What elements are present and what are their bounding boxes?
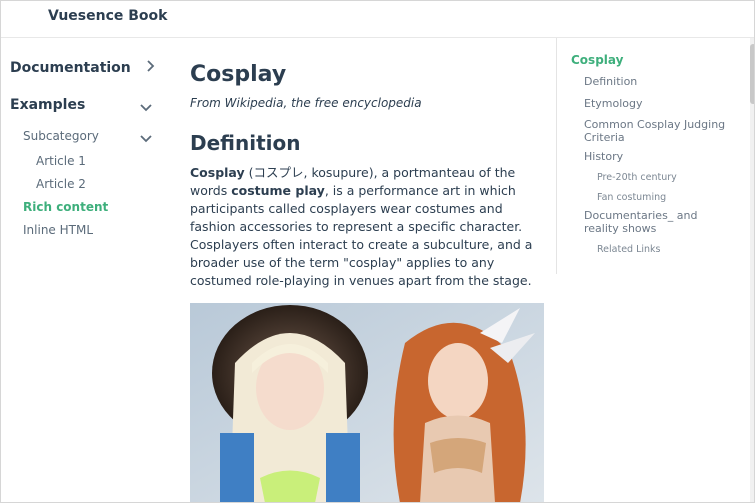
toc-item-definition[interactable]: Definition [584,75,729,88]
scrollbar-thumb[interactable] [750,44,754,104]
toc-item-documentaries[interactable]: Documentaries_ and reality shows [584,209,729,235]
cosplay-photo-illustration [190,303,544,502]
sidebar-item-examples[interactable]: Examples [10,97,85,113]
scrollbar[interactable] [750,38,754,502]
sidebar-item-rich-content[interactable]: Rich content [23,200,108,214]
sidebar-item-article-2[interactable]: Article 2 [36,177,86,191]
toc-item-fan-costuming[interactable]: Fan costuming [597,191,666,204]
paragraph-text: , is a performance art in which particip… [190,183,533,288]
toc-item-judging-criteria[interactable]: Common Cosplay Judging Criteria [584,118,729,144]
toc-item-etymology[interactable]: Etymology [584,97,729,110]
app-window: Vuesence Book Documentation Examples Sub… [0,0,755,503]
sidebar-item-article-1[interactable]: Article 1 [36,154,86,168]
sidebar-item-label: Rich content [23,200,109,214]
site-title[interactable]: Vuesence Book [48,8,167,24]
sidebar: Documentation Examples Subcategory Artic… [1,38,171,502]
term-costume-play: costume play [231,183,325,198]
sidebar-item-label: Subcategory [23,129,99,143]
toc-item-related-links[interactable]: Related Links [597,243,661,256]
chevron-down-icon[interactable] [138,99,154,115]
chevron-right-icon[interactable] [142,58,158,74]
toc-divider [556,38,557,274]
chevron-down-icon[interactable] [138,130,154,146]
sidebar-item-subcategory[interactable]: Subcategory [23,129,99,143]
term-cosplay: Cosplay [190,165,245,180]
sidebar-item-label: Article 2 [36,177,86,191]
sidebar-item-label: Inline HTML [23,223,94,237]
toc-item-history[interactable]: History [584,150,729,163]
sidebar-item-documentation[interactable]: Documentation [10,60,131,76]
sidebar-item-inline-html[interactable]: Inline HTML [23,223,93,237]
sidebar-item-label: Article 1 [36,154,86,168]
page-subtitle: From Wikipedia, the free encyclopedia [190,96,422,110]
main-content: Cosplay From Wikipedia, the free encyclo… [190,38,545,502]
cosplay-photo [190,303,544,502]
top-navbar: Vuesence Book [1,1,754,38]
sidebar-item-label: Examples [10,97,86,113]
toc-item-pre-20th-century[interactable]: Pre-20th century [597,171,677,184]
sidebar-item-label: Documentation [10,60,131,76]
page-title: Cosplay [190,62,287,87]
toc-item-cosplay[interactable]: Cosplay [571,54,623,67]
definition-paragraph: Cosplay (コスプレ, kosupure), a portmanteau … [190,164,535,290]
section-heading: Definition [190,131,301,155]
